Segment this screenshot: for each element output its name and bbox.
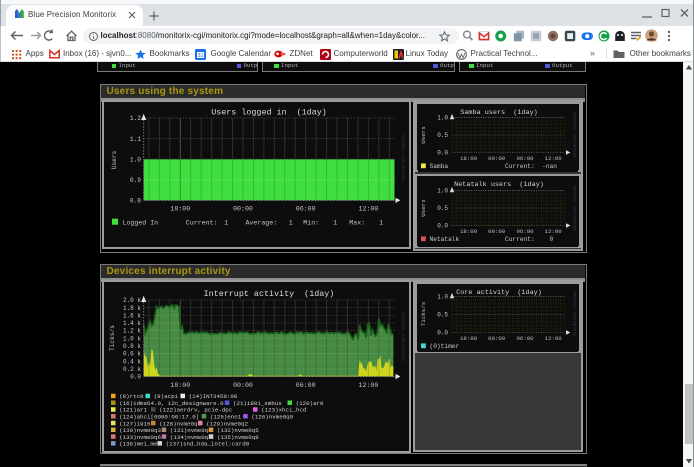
svg-text:Max:: Max: [349, 219, 365, 226]
svg-text:12:00: 12:00 [545, 228, 563, 235]
svg-text:Users logged in (1day): Users logged in (1day) [211, 108, 327, 118]
svg-text:Samba users (1day): Samba users (1day) [460, 109, 538, 117]
svg-text:1.2: 1.2 [129, 115, 140, 122]
svg-text:Users: Users [420, 199, 427, 216]
svg-text:Logged In: Logged In [122, 219, 158, 226]
svg-text:12:00: 12:00 [358, 206, 378, 213]
svg-text:RRDTOOL / TOBI OETIKER: RRDTOOL / TOBI OETIKER [401, 313, 405, 361]
svg-text:Ticks/s: Ticks/s [420, 301, 427, 325]
svg-text:1.2 k: 1.2 k [122, 328, 140, 335]
svg-text:1.0: 1.0 [437, 188, 448, 195]
svg-text:12:00: 12:00 [545, 335, 563, 342]
svg-text:00:00: 00:00 [233, 206, 253, 213]
svg-text:Netatalk: Netatalk [430, 236, 460, 243]
svg-text:0.5: 0.5 [437, 132, 448, 139]
svg-text:00:00: 00:00 [233, 382, 253, 389]
svg-text:18:00: 18:00 [460, 228, 478, 235]
svg-text:1.8 k: 1.8 k [122, 305, 140, 312]
svg-text:Current: 0: Current: 0 [505, 236, 554, 243]
svg-text:0.8 k: 0.8 k [122, 343, 140, 350]
svg-text:(137)snd_hda_intel:card0: (137)snd_hda_intel:card0 [165, 441, 249, 448]
svg-text:1: 1 [379, 219, 383, 226]
svg-text:0.4 k: 0.4 k [122, 358, 140, 365]
svg-text:1.0: 1.0 [129, 156, 140, 163]
svg-text:0.0: 0.0 [437, 329, 448, 336]
svg-text:Interrupt activity (1day): Interrupt activity (1day) [203, 289, 334, 299]
svg-text:06:00: 06:00 [516, 228, 534, 235]
svg-text:(136)mei_me: (136)mei_me [119, 441, 158, 448]
svg-text:1: 1 [288, 219, 292, 226]
svg-text:Average:: Average: [245, 219, 277, 226]
svg-text:0.0: 0.0 [437, 149, 448, 156]
svg-text:Users: Users [420, 126, 427, 143]
svg-text:0.9: 0.9 [129, 177, 140, 184]
svg-text:18:00: 18:00 [460, 155, 478, 162]
svg-text:Min:: Min: [303, 219, 319, 226]
svg-text:31: 31 [197, 53, 203, 59]
svg-text:0.8: 0.8 [129, 198, 140, 205]
svg-text:06:00: 06:00 [516, 155, 534, 162]
svg-text:12:00: 12:00 [358, 382, 378, 389]
svg-text:1.6 k: 1.6 k [122, 312, 140, 319]
svg-text:0.2 k: 0.2 k [122, 366, 140, 373]
svg-text:Current: -nan: Current: -nan [505, 163, 557, 170]
svg-text:1.0 k: 1.0 k [122, 335, 140, 342]
svg-text:06:00: 06:00 [516, 335, 534, 342]
svg-text:(126)nvme0q0: (126)nvme0q0 [251, 414, 293, 421]
svg-text:(0)timer: (0)timer [430, 343, 460, 350]
svg-text:0.5: 0.5 [437, 205, 448, 212]
svg-text:RRDTOOL / TOBI OETIKER: RRDTOOL / TOBI OETIKER [401, 133, 405, 181]
svg-text:Netatalk users (1day): Netatalk users (1day) [454, 181, 544, 189]
svg-text:0.5: 0.5 [437, 311, 448, 318]
svg-text:Ticks/s: Ticks/s [109, 325, 116, 351]
svg-text:RRDTOOL / TOBI OETIKER: RRDTOOL / TOBI OETIKER [573, 291, 577, 337]
svg-text:00:00: 00:00 [488, 155, 506, 162]
svg-text:00:00: 00:00 [488, 228, 506, 235]
svg-text:2.0 k: 2.0 k [122, 297, 140, 304]
svg-text:18:00: 18:00 [170, 206, 190, 213]
svg-text:RRDTOOL / TOBI OETIKER: RRDTOOL / TOBI OETIKER [573, 112, 577, 158]
svg-text:06:00: 06:00 [295, 382, 315, 389]
svg-text:18:00: 18:00 [460, 335, 478, 342]
svg-text:1.1: 1.1 [129, 136, 140, 143]
svg-text:00:00: 00:00 [488, 335, 506, 342]
svg-text:Samba: Samba [430, 163, 449, 170]
svg-text:0.6 k: 0.6 k [122, 351, 140, 358]
svg-text:12:00: 12:00 [545, 155, 563, 162]
svg-text:Users: Users [111, 150, 118, 169]
svg-text:0.0: 0.0 [437, 223, 448, 230]
svg-text:1.4 k: 1.4 k [122, 320, 140, 327]
svg-text:18:00: 18:00 [170, 382, 190, 389]
svg-text:1.0: 1.0 [437, 293, 448, 300]
svg-text:1: 1 [333, 219, 337, 226]
svg-text:RRDTOOL / TOBI OETIKER: RRDTOOL / TOBI OETIKER [573, 185, 577, 231]
svg-text:1.0: 1.0 [437, 114, 448, 121]
svg-text:Core activity (1day): Core activity (1day) [456, 289, 542, 297]
svg-text:06:00: 06:00 [295, 206, 315, 213]
svg-text:1: 1 [224, 219, 228, 226]
svg-text:Current:: Current: [185, 219, 217, 226]
svg-text:0.0: 0.0 [130, 374, 141, 381]
